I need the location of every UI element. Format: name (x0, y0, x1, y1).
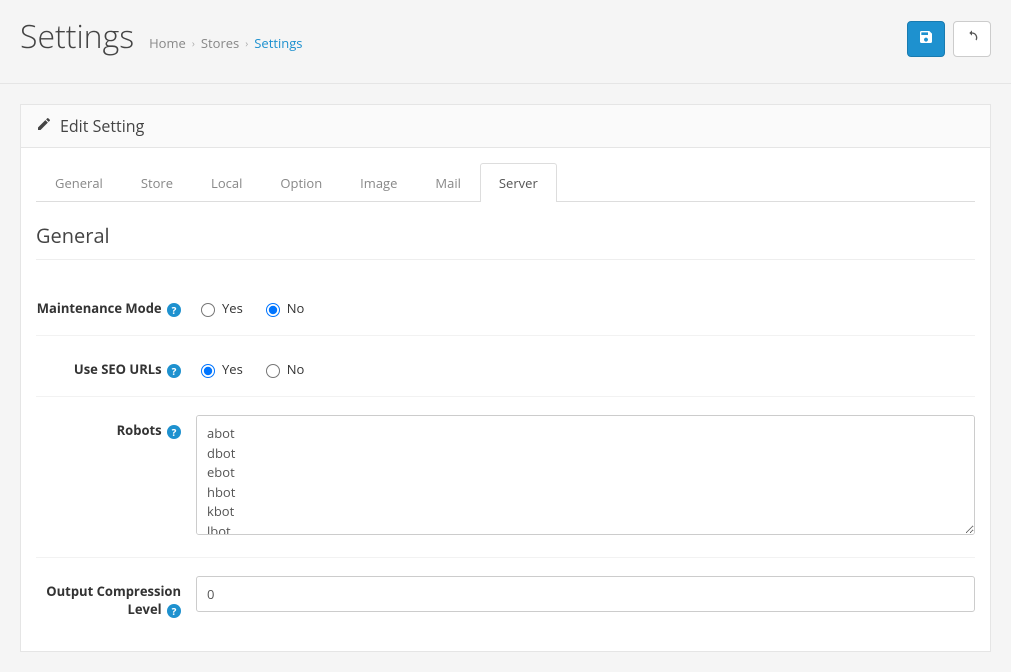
maintenance-no-radio[interactable] (266, 303, 280, 317)
maintenance-label: Maintenance Mode ? (36, 293, 196, 317)
compression-label: Output Compression Level ? (36, 576, 196, 618)
help-icon[interactable]: ? (167, 604, 181, 618)
breadcrumb-stores[interactable]: Stores (201, 34, 239, 52)
form-group-seo: Use SEO URLs ? Yes No (36, 336, 975, 397)
seo-label: Use SEO URLs ? (36, 354, 196, 378)
breadcrumb-separator: › (245, 36, 248, 50)
tab-local[interactable]: Local (192, 163, 261, 202)
panel-heading-text: Edit Setting (60, 115, 144, 137)
page-title: Settings (20, 15, 134, 58)
tab-store[interactable]: Store (122, 163, 192, 202)
back-icon (964, 29, 980, 50)
settings-panel: Edit Setting General Store Local Option … (20, 104, 991, 652)
form-group-robots: Robots ? (36, 397, 975, 558)
breadcrumb-home[interactable]: Home (149, 34, 186, 52)
tab-server[interactable]: Server (480, 163, 557, 202)
seo-yes-label[interactable]: Yes (196, 360, 243, 378)
tabs: General Store Local Option Image Mail Se… (36, 163, 975, 202)
breadcrumb-separator: › (192, 36, 195, 50)
robots-textarea[interactable] (196, 415, 975, 535)
pencil-icon (36, 115, 52, 137)
section-title: General (36, 222, 975, 260)
seo-yes-radio[interactable] (201, 364, 215, 378)
seo-no-radio[interactable] (266, 364, 280, 378)
save-button[interactable] (907, 21, 945, 57)
tab-option[interactable]: Option (261, 163, 341, 202)
tab-image[interactable]: Image (341, 163, 416, 202)
maintenance-yes-label[interactable]: Yes (196, 299, 243, 317)
compression-input[interactable] (196, 576, 975, 612)
help-icon[interactable]: ? (167, 303, 181, 317)
help-icon[interactable]: ? (167, 364, 181, 378)
maintenance-yes-radio[interactable] (201, 303, 215, 317)
tab-general[interactable]: General (36, 163, 122, 202)
back-button[interactable] (953, 21, 991, 57)
help-icon[interactable]: ? (167, 425, 181, 439)
form-group-maintenance: Maintenance Mode ? Yes No (36, 275, 975, 336)
tab-mail[interactable]: Mail (416, 163, 479, 202)
save-icon (918, 29, 934, 50)
breadcrumb: Home › Stores › Settings (149, 34, 302, 52)
breadcrumb-settings[interactable]: Settings (254, 34, 302, 52)
seo-no-label[interactable]: No (261, 360, 305, 378)
maintenance-no-label[interactable]: No (261, 299, 305, 317)
robots-label: Robots ? (36, 415, 196, 539)
form-group-compression: Output Compression Level ? (36, 558, 975, 636)
panel-heading: Edit Setting (21, 105, 990, 148)
